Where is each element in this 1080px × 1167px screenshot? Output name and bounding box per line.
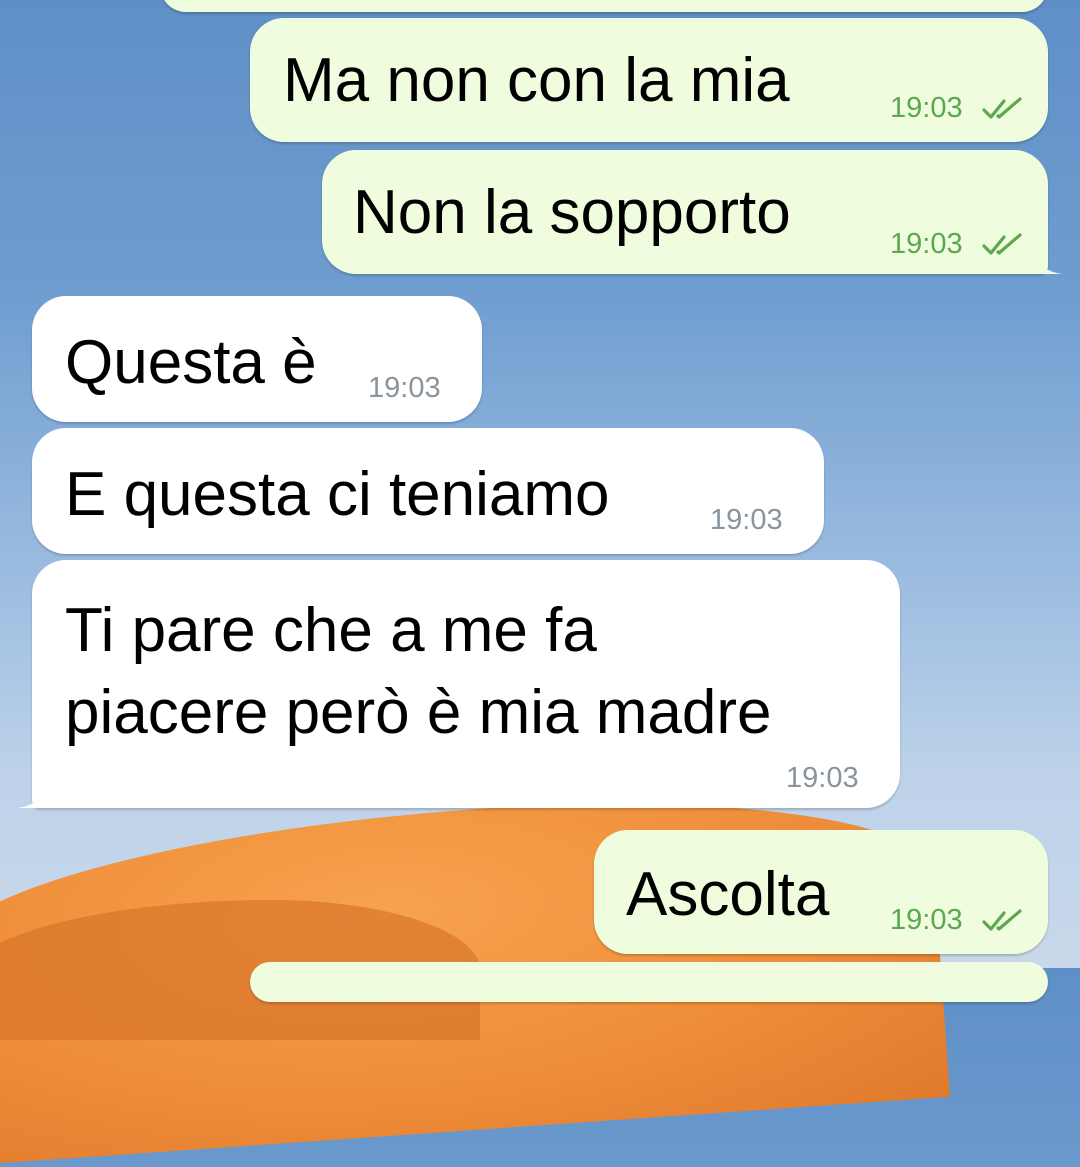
message-time: 19:03	[890, 904, 963, 936]
message-time: 19:03	[890, 228, 963, 260]
message-text: Non la sopporto	[353, 178, 791, 247]
message-bubble-partial-bottom[interactable]	[250, 962, 1048, 1002]
message-text: Ti pare che a me fa piacere però è mia m…	[65, 596, 772, 747]
message-bubble[interactable]: Ascolta 19:03	[594, 830, 1048, 954]
message-text: E questa ci teniamo	[65, 460, 610, 529]
message-time: 19:03	[890, 92, 963, 124]
double-check-icon	[982, 909, 1022, 931]
message-bubble[interactable]: E questa ci teniamo 19:03	[32, 428, 824, 554]
message-time: 19:03	[710, 504, 783, 536]
message-text: Ascolta	[626, 860, 830, 929]
message-bubble[interactable]: Questa è 19:03	[32, 296, 482, 422]
bubble-tail	[18, 778, 48, 808]
message-bubble[interactable]: Ti pare che a me fa piacere però è mia m…	[18, 560, 900, 808]
message-bubble[interactable]: Ma non con la mia 19:03	[250, 18, 1048, 142]
bubble-tail	[1032, 244, 1062, 274]
message-text: Questa è	[65, 328, 317, 397]
double-check-icon	[982, 233, 1022, 255]
message-time: 19:03	[786, 762, 859, 794]
double-check-icon	[982, 97, 1022, 119]
message-bubble[interactable]: Non la sopporto 19:03	[322, 150, 1062, 274]
message-text: Ma non con la mia	[283, 46, 790, 115]
message-bubble-partial-top[interactable]	[160, 0, 1048, 12]
message-time: 19:03	[368, 372, 441, 404]
